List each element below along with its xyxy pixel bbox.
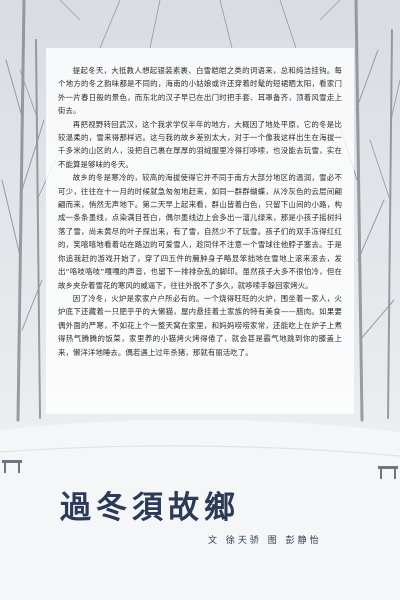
article-text-panel: 提起冬天，大抵教人想起银装素裹、白雪皑皑之类的词语来，总和纯洁挂钩。每个地方的冬… <box>46 48 354 414</box>
article-paragraph: 故乡的冬是寒冷的，较高的海拔使得它并不同于南方大部分地区的温润，雪必不可少，往往… <box>58 173 342 290</box>
article-paragraph: 再把视野转回武汉，这个我求学仅半年的地方，大概因了地处平原，它的冬是比较温柔的，… <box>58 119 342 169</box>
article-paragraph: 因了冷冬，火炉是家家户户所必有的。一个烧得旺旺的火炉，围坐着一家人，火炉底下还藏… <box>58 293 342 357</box>
author-credits: 文 徐天骄 图 彭静怡 <box>208 536 322 546</box>
page-title: 過冬須故鄉 <box>60 490 240 526</box>
article-paragraph: 提起冬天，大抵教人想起银装素裹、白雪皑皑之类的词语来，总和纯洁挂钩。每个地方的冬… <box>58 66 342 116</box>
